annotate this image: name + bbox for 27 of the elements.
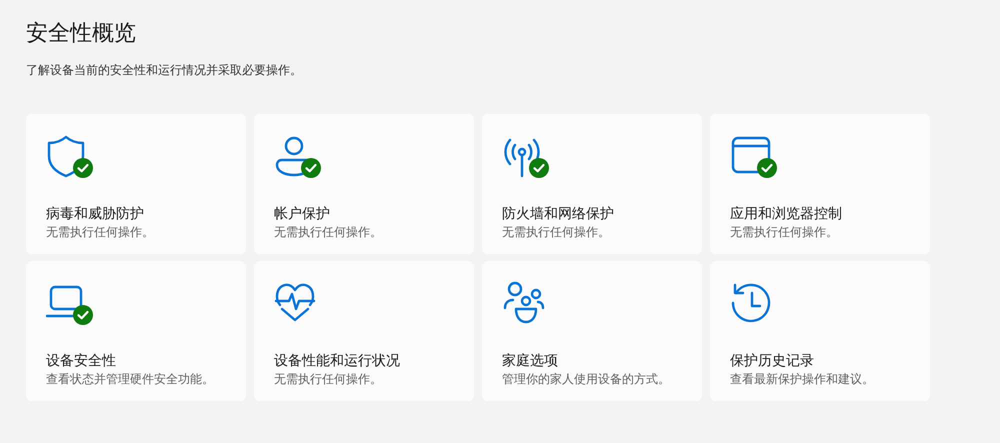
tile-description: 无需执行任何操作。: [502, 224, 611, 240]
tile-card[interactable]: 保护历史记录 查看最新保护操作和建议。: [710, 261, 930, 401]
tile-title: 防火墙和网络保护: [502, 205, 615, 224]
tile-card[interactable]: 家庭选项 管理你的家人使用设备的方式。: [482, 261, 702, 401]
tile-card[interactable]: 设备安全性 查看状态并管理硬件安全功能。: [26, 261, 246, 401]
tile-description: 管理你的家人使用设备的方式。: [502, 371, 671, 387]
tile-card[interactable]: 设备性能和运行状况 无需执行任何操作。: [254, 261, 474, 401]
family-icon: [502, 281, 546, 325]
tile-title: 保护历史记录: [730, 352, 815, 371]
tile-description: 无需执行任何操作。: [46, 224, 155, 240]
tile-title: 病毒和威胁防护: [46, 205, 145, 224]
tile-description: 查看状态并管理硬件安全功能。: [46, 371, 215, 387]
tile-card[interactable]: 帐户保护 无需执行任何操作。: [254, 114, 474, 254]
tile-card[interactable]: 应用和浏览器控制 无需执行任何操作。: [710, 114, 930, 254]
tile-description: 无需执行任何操作。: [274, 224, 383, 240]
tile-title: 设备性能和运行状况: [274, 352, 401, 371]
tile-title: 设备安全性: [46, 352, 117, 371]
tile-title: 家庭选项: [502, 352, 559, 371]
tile-description: 查看最新保护操作和建议。: [730, 371, 875, 387]
tile-description: 无需执行任何操作。: [274, 371, 383, 387]
tile-card[interactable]: 防火墙和网络保护 无需执行任何操作。: [482, 114, 702, 254]
page-title: 安全性概览: [26, 20, 137, 48]
tile-card[interactable]: 病毒和威胁防护 无需执行任何操作。: [26, 114, 246, 254]
tile-title: 帐户保护: [274, 205, 331, 224]
tile-description: 无需执行任何操作。: [730, 224, 839, 240]
page-subtitle: 了解设备当前的安全性和运行情况并采取必要操作。: [26, 62, 303, 78]
tile-title: 应用和浏览器控制: [730, 205, 843, 224]
